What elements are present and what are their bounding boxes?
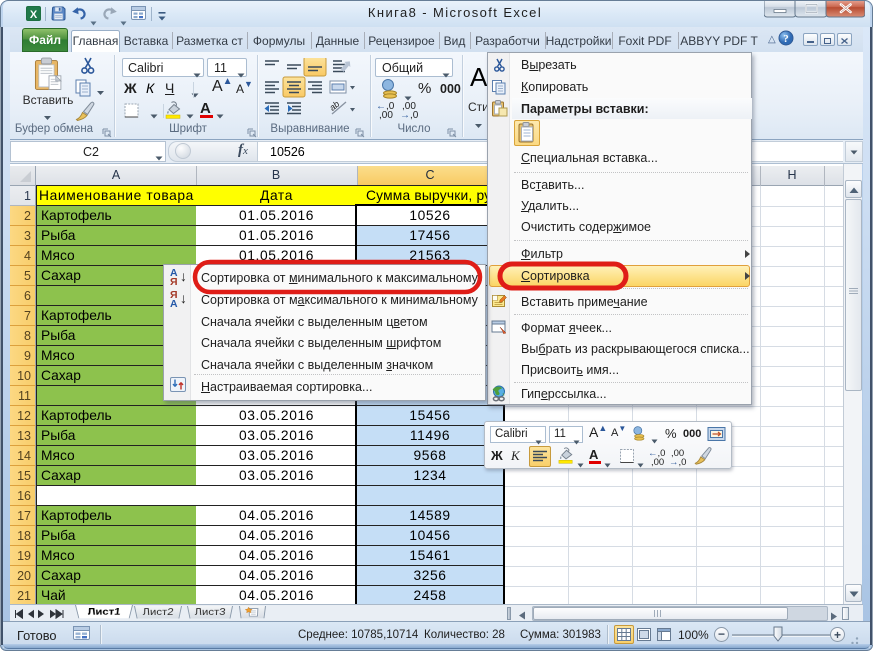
svg-text:X: X xyxy=(30,9,38,21)
svg-text:?: ? xyxy=(783,33,789,45)
svg-text:ab: ab xyxy=(327,99,341,113)
